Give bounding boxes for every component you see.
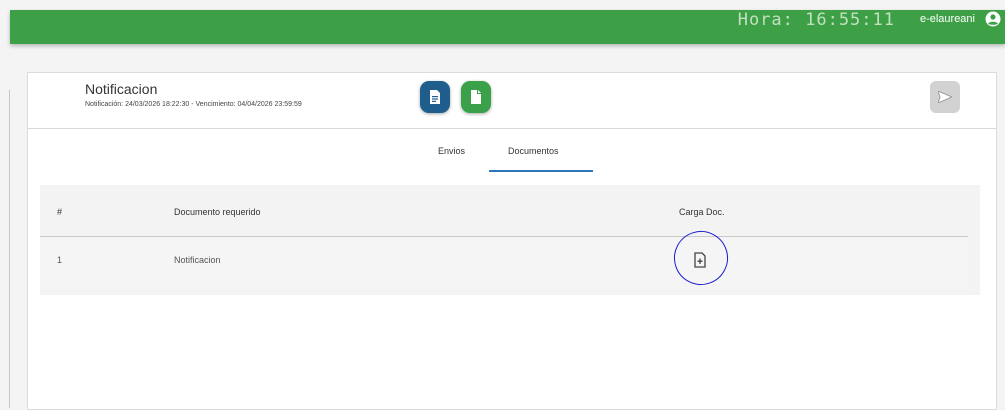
column-header-upload: Carga Doc. bbox=[679, 207, 725, 217]
tab-documentos[interactable]: Documentos bbox=[508, 146, 559, 156]
document-button[interactable] bbox=[420, 81, 450, 113]
notification-panel: Notificacion Notificación: 24/03/2026 18… bbox=[27, 72, 997, 410]
file-icon bbox=[471, 90, 481, 104]
column-header-number: # bbox=[57, 207, 63, 217]
panel-header: Notificacion Notificación: 24/03/2026 18… bbox=[28, 73, 996, 129]
row-document-name: Notificacion bbox=[174, 255, 221, 265]
hand-drawn-circle-annotation bbox=[666, 223, 736, 293]
column-header-document: Documento requerido bbox=[174, 207, 261, 217]
file-button[interactable] bbox=[461, 81, 491, 113]
sidebar-edge bbox=[9, 90, 10, 408]
active-tab-indicator bbox=[489, 170, 593, 172]
table-row: 1 Notificacion bbox=[40, 223, 968, 293]
tab-bar: Envios Documentos bbox=[28, 129, 996, 174]
file-text-icon bbox=[430, 90, 440, 104]
page-title: Notificacion bbox=[85, 81, 158, 97]
send-button[interactable] bbox=[930, 81, 960, 113]
send-icon bbox=[938, 91, 952, 103]
clock: Hora: 16:55:11 bbox=[737, 10, 895, 30]
top-bar: Hora: 16:55:11 e-elaureani bbox=[10, 10, 1005, 44]
tab-envios[interactable]: Envios bbox=[438, 146, 465, 156]
documents-table: # Documento requerido Carga Doc. 1 Notif… bbox=[40, 185, 980, 295]
user-circle-icon[interactable] bbox=[985, 11, 1001, 27]
notification-dates: Notificación: 24/03/2026 18:22:30 - Venc… bbox=[85, 101, 302, 108]
username[interactable]: e-elaureani bbox=[920, 13, 975, 25]
row-number: 1 bbox=[57, 255, 63, 265]
